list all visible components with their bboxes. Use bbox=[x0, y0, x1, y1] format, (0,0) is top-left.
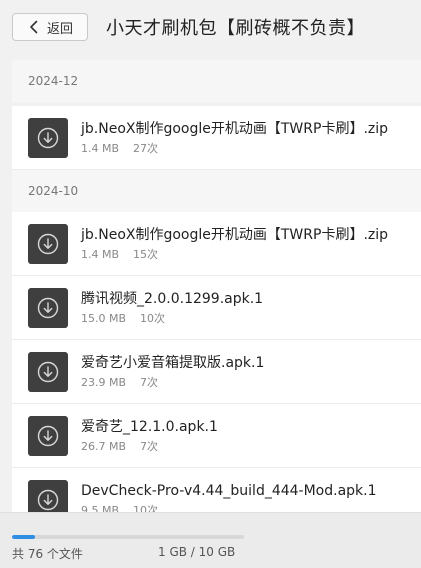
file-size: 15.0 MB bbox=[81, 311, 127, 325]
file-meta: 9.5 MB 10次 bbox=[81, 504, 377, 513]
file-size: 1.4 MB bbox=[81, 247, 120, 261]
file-downloads: 7次 bbox=[140, 375, 159, 389]
file-name: 腾讯视频_2.0.0.1299.apk.1 bbox=[81, 290, 264, 307]
file-list[interactable]: 2024-12 jb.NeoX制作google开机动画【TWRP卡刷】.zip … bbox=[12, 60, 421, 512]
file-downloads: 10次 bbox=[133, 503, 159, 513]
file-name: 爱奇艺_12.1.0.apk.1 bbox=[81, 418, 218, 435]
file-info: 爱奇艺小爱音箱提取版.apk.1 23.9 MB 7次 bbox=[81, 354, 264, 390]
page-title: 小天才刷机包【刷砖概不负责】 bbox=[106, 18, 365, 39]
file-row[interactable]: jb.NeoX制作google开机动画【TWRP卡刷】.zip 1.4 MB 15… bbox=[12, 212, 421, 276]
file-info: 腾讯视频_2.0.0.1299.apk.1 15.0 MB 10次 bbox=[81, 290, 263, 326]
file-row[interactable]: DevCheck-Pro-v4.44_build_444-Mod.apk.1 9… bbox=[12, 468, 421, 512]
file-downloads: 7次 bbox=[140, 439, 159, 453]
download-circle-icon bbox=[28, 415, 68, 456]
file-row[interactable]: 腾讯视频_2.0.0.1299.apk.1 15.0 MB 10次 bbox=[12, 276, 421, 340]
file-meta: 23.9 MB 7次 bbox=[81, 376, 264, 390]
back-button[interactable]: 返回 bbox=[12, 13, 88, 41]
header: 返回 小天才刷机包【刷砖概不负责】 bbox=[0, 0, 421, 56]
storage-progress-fill bbox=[12, 535, 36, 539]
file-name: DevCheck-Pro-v4.44_build_444-Mod.apk.1 bbox=[81, 482, 377, 499]
download-circle-icon bbox=[28, 351, 68, 392]
file-name: jb.NeoX制作google开机动画【TWRP卡刷】.zip bbox=[81, 226, 389, 243]
file-count: 共 76 个文件 bbox=[12, 547, 83, 561]
file-meta: 1.4 MB 15次 bbox=[81, 248, 388, 262]
storage-footer: 共 76 个文件 1 GB / 10 GB bbox=[0, 512, 421, 568]
file-downloads: 15次 bbox=[133, 247, 159, 261]
file-info: jb.NeoX制作google开机动画【TWRP卡刷】.zip 1.4 MB 15… bbox=[81, 226, 388, 262]
file-name: 爱奇艺小爱音箱提取版.apk.1 bbox=[81, 354, 265, 371]
file-downloads: 27次 bbox=[133, 141, 159, 155]
section-date: 2024-12 bbox=[12, 60, 421, 102]
file-meta: 1.4 MB 27次 bbox=[81, 142, 388, 156]
download-circle-icon bbox=[28, 223, 68, 264]
file-row[interactable]: jb.NeoX制作google开机动画【TWRP卡刷】.zip 1.4 MB 27… bbox=[12, 106, 421, 170]
file-name: jb.NeoX制作google开机动画【TWRP卡刷】.zip bbox=[81, 120, 389, 137]
file-meta: 15.0 MB 10次 bbox=[81, 312, 263, 326]
file-size: 9.5 MB bbox=[81, 503, 120, 513]
storage-usage: 1 GB / 10 GB bbox=[158, 545, 236, 559]
file-meta: 26.7 MB 7次 bbox=[81, 440, 218, 454]
file-row[interactable]: 爱奇艺_12.1.0.apk.1 26.7 MB 7次 bbox=[12, 404, 421, 468]
chevron-left-icon bbox=[25, 13, 43, 41]
file-info: 爱奇艺_12.1.0.apk.1 26.7 MB 7次 bbox=[81, 418, 218, 454]
back-label: 返回 bbox=[47, 21, 74, 37]
file-info: DevCheck-Pro-v4.44_build_444-Mod.apk.1 9… bbox=[81, 482, 377, 513]
section-date: 2024-10 bbox=[12, 170, 421, 212]
file-downloads: 10次 bbox=[140, 311, 166, 325]
file-size: 23.9 MB bbox=[81, 375, 127, 389]
file-row[interactable]: 爱奇艺小爱音箱提取版.apk.1 23.9 MB 7次 bbox=[12, 340, 421, 404]
download-circle-icon bbox=[28, 117, 68, 158]
download-circle-icon bbox=[28, 479, 68, 512]
file-info: jb.NeoX制作google开机动画【TWRP卡刷】.zip 1.4 MB 27… bbox=[81, 120, 388, 156]
download-circle-icon bbox=[28, 287, 68, 328]
storage-progress-bar bbox=[12, 535, 244, 539]
file-size: 1.4 MB bbox=[81, 141, 120, 155]
file-size: 26.7 MB bbox=[81, 439, 127, 453]
